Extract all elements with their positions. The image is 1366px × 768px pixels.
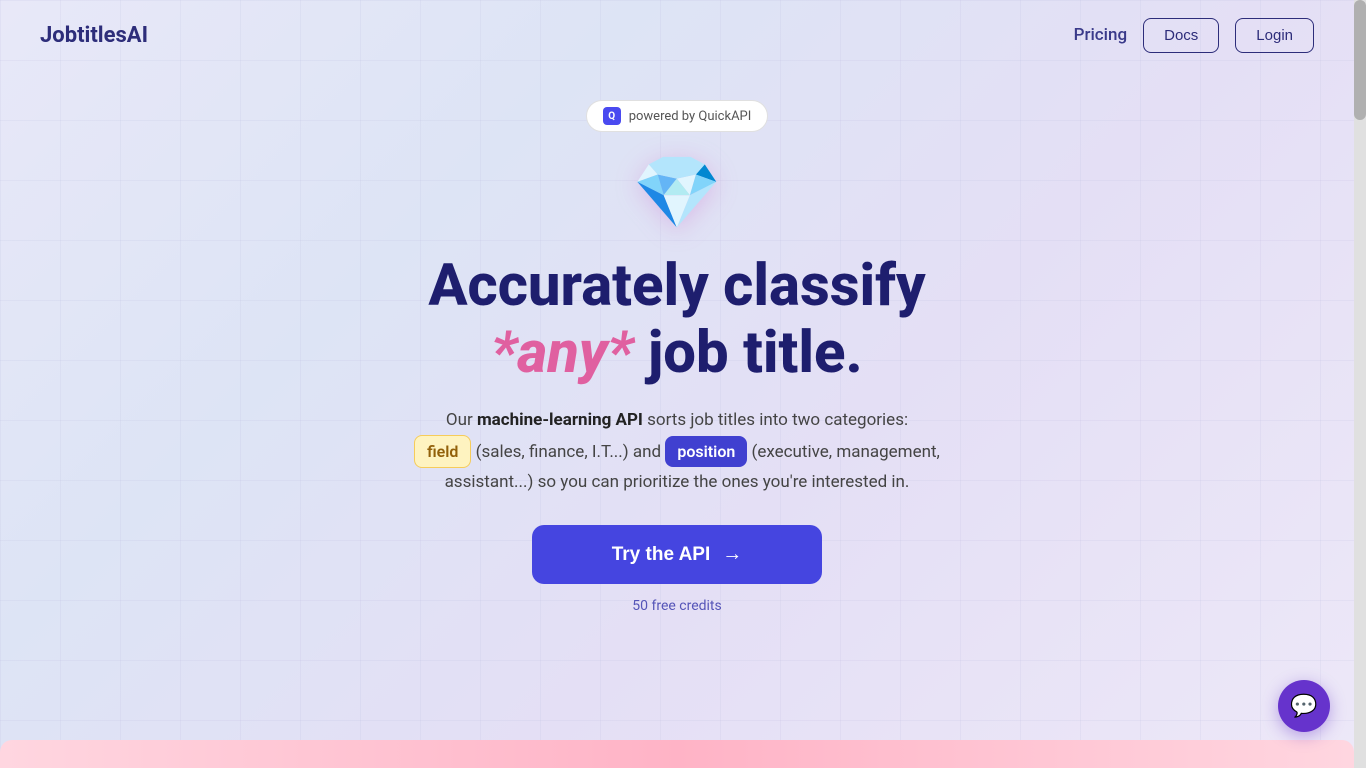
free-credits-text: 50 free credits: [632, 598, 721, 614]
cta-button-label: Try the API: [612, 544, 711, 566]
hero-title-suffix: job title.: [633, 319, 862, 387]
chat-bubble-button[interactable]: 💬: [1278, 680, 1330, 732]
cta-arrow-icon: →: [722, 543, 742, 566]
desc-bold: machine-learning API: [477, 410, 643, 430]
hero-title-line2: *any* job title.: [428, 320, 925, 387]
chat-icon: 💬: [1290, 694, 1317, 719]
position-badge: position: [665, 436, 747, 467]
bottom-strip: [0, 740, 1354, 768]
nav-login-button[interactable]: Login: [1235, 18, 1314, 53]
nav-pricing-link[interactable]: Pricing: [1074, 25, 1128, 45]
hero-description: Our machine-learning API sorts job title…: [397, 406, 957, 497]
field-badge: field: [414, 435, 471, 468]
powered-by-badge: Q powered by QuickAPI: [586, 100, 769, 132]
desc-and: (sales, finance, I.T...) and: [476, 442, 666, 462]
try-api-button[interactable]: Try the API →: [532, 525, 822, 584]
desc-mid: sorts job titles into two categories:: [643, 410, 908, 430]
logo[interactable]: JobtitlesAI: [40, 23, 148, 48]
hero-title-line1: Accurately classify: [428, 252, 925, 320]
quickapi-icon: Q: [603, 107, 621, 125]
nav-links: Pricing Docs Login: [1074, 18, 1314, 53]
diamond-illustration: 💎: [632, 150, 722, 235]
hero-title: Accurately classify *any* job title.: [428, 253, 925, 386]
diamond-emoji: 💎: [632, 150, 722, 235]
scrollbar-thumb[interactable]: [1354, 0, 1366, 120]
powered-by-text: powered by QuickAPI: [629, 109, 752, 124]
scrollbar[interactable]: [1354, 0, 1366, 768]
main-content: Q powered by QuickAPI 💎 Accurately class…: [0, 70, 1354, 614]
nav-docs-button[interactable]: Docs: [1143, 18, 1219, 53]
desc-before: Our: [446, 410, 477, 430]
navbar: JobtitlesAI Pricing Docs Login: [0, 0, 1354, 70]
hero-any-text: *any*: [491, 319, 633, 387]
